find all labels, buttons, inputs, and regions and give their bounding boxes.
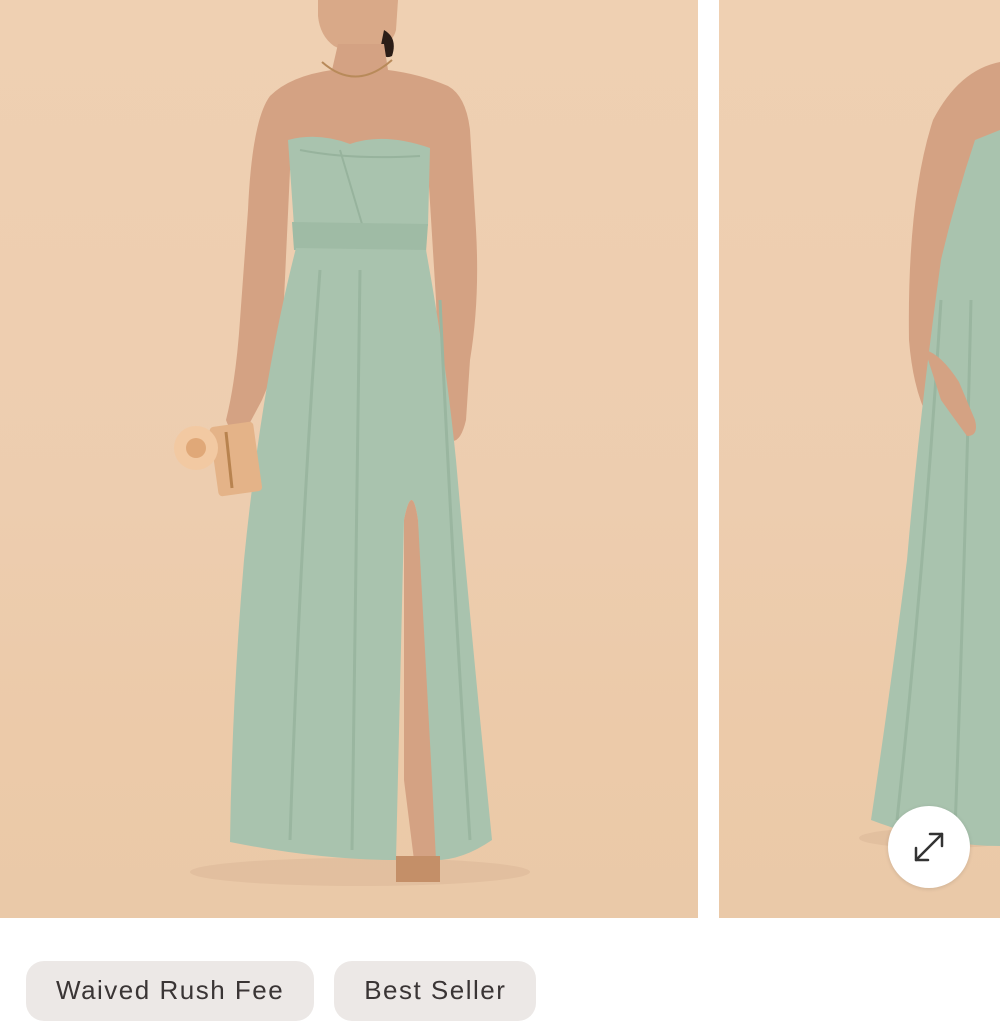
product-badges: Waived Rush Fee Best Seller [26, 961, 537, 1021]
product-image-side[interactable] [719, 0, 1000, 918]
badge-label: Waived Rush Fee [56, 975, 285, 1005]
expand-image-button[interactable] [888, 806, 970, 888]
expand-arrows-icon [914, 832, 944, 862]
badge-label: Best Seller [364, 975, 507, 1005]
model-front-illustration [174, 0, 530, 886]
model-side-illustration [859, 62, 1000, 848]
product-image-front[interactable] [0, 0, 698, 918]
badge-best-seller: Best Seller [334, 961, 537, 1021]
product-image-gallery[interactable] [0, 0, 1000, 918]
badge-waived-rush-fee: Waived Rush Fee [26, 961, 315, 1021]
